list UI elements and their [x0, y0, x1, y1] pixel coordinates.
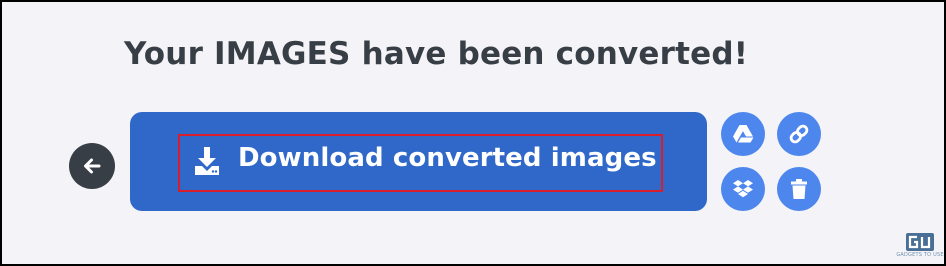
gadgets-to-use-logo	[906, 233, 934, 251]
google-drive-icon	[733, 125, 754, 143]
copy-link-button[interactable]	[777, 112, 821, 156]
back-button[interactable]	[69, 143, 115, 189]
arrow-left-icon	[84, 158, 101, 174]
page-frame: Your IMAGES have been converted! Downloa…	[0, 0, 946, 266]
google-drive-button[interactable]	[721, 112, 765, 156]
dropbox-button[interactable]	[721, 167, 765, 211]
page-title: Your IMAGES have been converted!	[124, 36, 749, 72]
dropbox-icon	[733, 180, 753, 198]
watermark: GADGETS TO USE	[896, 232, 944, 262]
highlight-annotation-box	[178, 134, 663, 192]
link-icon	[789, 124, 809, 144]
delete-button[interactable]	[777, 167, 821, 211]
trash-icon	[791, 179, 807, 199]
watermark-tagline: GADGETS TO USE	[896, 252, 944, 258]
